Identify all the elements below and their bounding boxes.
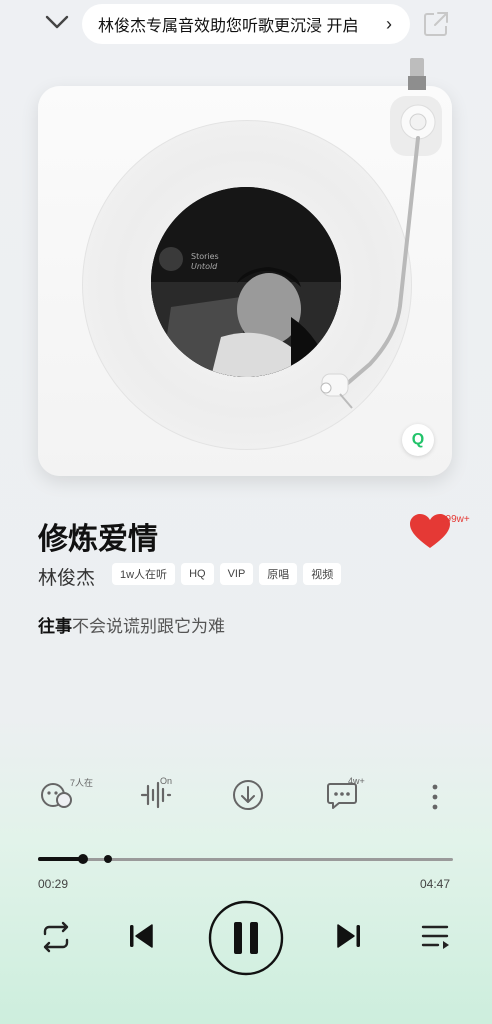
top-bar: 林俊杰专属音效助您听歌更沉浸 开启 ›: [0, 0, 492, 46]
playlist-icon[interactable]: [420, 922, 452, 952]
progress-thumb[interactable]: [78, 854, 88, 864]
lyric-line[interactable]: 往事不会说谎别跟它为难: [38, 612, 225, 637]
artist-name[interactable]: 林俊杰: [38, 563, 95, 590]
listeners-label: 7人在: [70, 778, 94, 788]
next-track-icon[interactable]: [334, 920, 364, 952]
total-time: 04:47: [420, 877, 451, 891]
tag-original[interactable]: 原唱: [259, 563, 298, 585]
sound-effect-promo-banner[interactable]: 林俊杰专属音效助您听歌更沉浸 开启 ›: [82, 4, 410, 44]
comment-count: 4w+: [348, 776, 365, 786]
download-icon[interactable]: [231, 778, 265, 812]
cover-text-line2: Untold: [191, 262, 218, 271]
sound-effect-status: On: [160, 776, 173, 786]
promo-text: 林俊杰专属音效助您听歌更沉浸 开启: [98, 18, 359, 35]
tonearm: [320, 58, 442, 409]
playback-controls: [0, 900, 492, 980]
progress-marker: [104, 855, 112, 863]
like-count: 999w+: [440, 514, 470, 525]
chevron-down-icon[interactable]: [44, 12, 70, 32]
tag-video[interactable]: 视频: [303, 563, 342, 585]
chevron-right-icon: ›: [386, 14, 392, 34]
cover-text-line1: Stories: [191, 252, 219, 261]
lyric-sung: 往事: [38, 617, 72, 636]
song-tags: 1w人在听 HQ VIP 原唱 视频: [112, 563, 342, 585]
share-icon[interactable]: [422, 10, 450, 38]
previous-track-icon[interactable]: [126, 920, 156, 952]
current-time: 00:29: [38, 877, 69, 891]
song-title: 修炼爱情: [38, 523, 158, 556]
tag-hq[interactable]: HQ: [181, 563, 214, 585]
tag-listeners[interactable]: 1w人在听: [112, 563, 176, 585]
progress-track: [38, 858, 453, 861]
lyric-rest: 不会说谎别跟它为难: [72, 617, 225, 636]
repeat-icon[interactable]: [38, 920, 74, 954]
qq-music-badge[interactable]: Q: [402, 424, 434, 456]
action-row: 7人在 On 4w+: [0, 774, 492, 814]
tag-vip[interactable]: VIP: [219, 563, 254, 585]
more-icon[interactable]: [420, 778, 454, 812]
progress-bar[interactable]: [38, 854, 453, 864]
pause-button[interactable]: [206, 898, 286, 978]
listen-together-icon[interactable]: [40, 778, 74, 812]
